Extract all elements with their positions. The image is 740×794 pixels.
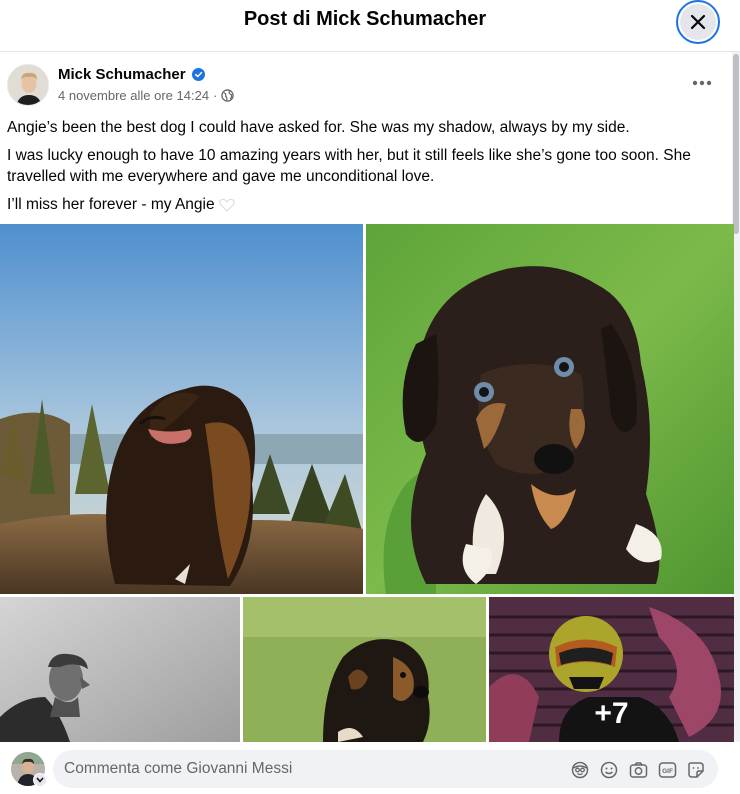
camera-icon — [629, 762, 647, 778]
post-paragraph: I was lucky enough to have 10 amazing ye… — [7, 147, 691, 185]
svg-text:GIF: GIF — [662, 768, 673, 775]
more-horizontal-icon — [692, 80, 712, 86]
author-name[interactable]: Mick Schumacher — [58, 66, 205, 83]
photo-puppy-grass[interactable] — [366, 224, 734, 594]
photo-dog-mountain[interactable] — [0, 224, 363, 594]
gif-button[interactable]: GIF — [657, 760, 677, 780]
meta-separator: · — [213, 88, 218, 103]
author-name-text[interactable]: Mick Schumacher — [58, 66, 186, 83]
globe-icon — [221, 89, 235, 102]
emoji-button[interactable] — [599, 760, 619, 780]
white-heart-icon — [219, 198, 235, 212]
avatar-sticker-button[interactable] — [570, 760, 590, 780]
close-icon — [690, 14, 706, 30]
post-meta: 4 novembre alle ore 14:24 · — [58, 88, 235, 103]
post-text: Angie’s been the best dog I could have a… — [7, 117, 727, 222]
gif-icon: GIF — [658, 762, 676, 778]
photo-button[interactable] — [628, 760, 648, 780]
photo-helmet-more[interactable]: +7 — [489, 597, 734, 742]
more-photos-count[interactable]: +7 — [489, 697, 734, 731]
sticker-icon — [688, 762, 704, 778]
close-button[interactable] — [676, 0, 720, 44]
post-timestamp[interactable]: 4 novembre alle ore 14:24 — [58, 88, 209, 103]
avatar-sticker-icon — [571, 761, 589, 779]
sticker-button[interactable] — [686, 760, 706, 780]
chevron-down-icon — [36, 777, 44, 783]
emoji-icon — [600, 761, 618, 779]
comment-bar: GIF — [0, 742, 740, 794]
scrollbar-thumb[interactable] — [733, 54, 739, 234]
verified-badge-icon — [191, 68, 205, 81]
account-switch-badge[interactable] — [33, 773, 47, 787]
dialog-header: Post di Mick Schumacher — [0, 0, 740, 52]
author-avatar[interactable] — [7, 64, 49, 106]
post-paragraph-last: I’ll miss her forever - my Angie — [7, 194, 727, 215]
dialog-title: Post di Mick Schumacher — [243, 8, 487, 30]
post-paragraph: Angie’s been the best dog I could have a… — [7, 119, 630, 136]
photo-dog-lawn[interactable] — [243, 597, 486, 742]
photo-man-portrait[interactable] — [0, 597, 240, 742]
more-options-button[interactable] — [684, 68, 720, 98]
post-paragraph-text: I’ll miss her forever - my Angie — [7, 196, 215, 213]
